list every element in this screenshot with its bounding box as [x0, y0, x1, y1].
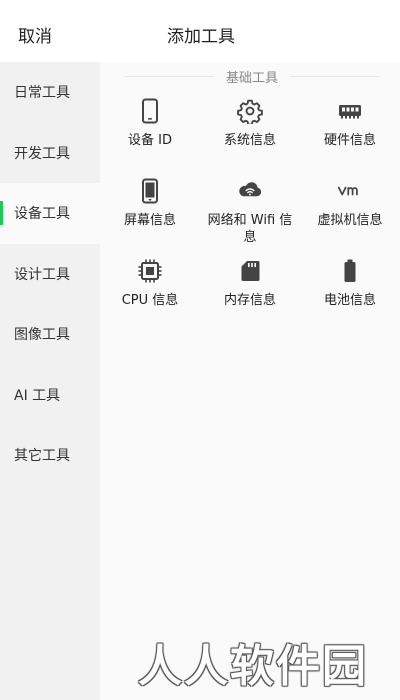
tool-grid: 设备 ID 系统信息 硬件信息 屏幕信息 网络和 Wifi 信息 虚拟机信息 C…	[100, 98, 400, 338]
sidebar: 日常工具 开发工具 设备工具 设计工具 图像工具 AI 工具 其它工具	[0, 62, 100, 700]
sd-card-icon	[237, 258, 263, 284]
phone-icon	[137, 98, 163, 124]
tool-network-info[interactable]: 网络和 Wifi 信息	[200, 178, 300, 258]
tool-screen-info[interactable]: 屏幕信息	[100, 178, 200, 258]
sidebar-item-ai[interactable]: AI 工具	[0, 365, 100, 426]
watermark-logo: 人人软件园	[138, 641, 368, 692]
section-divider-left	[124, 75, 214, 77]
sidebar-item-device[interactable]: 设备工具	[0, 183, 100, 244]
tool-label: CPU 信息	[121, 293, 179, 308]
page-title-text: 添加工具	[167, 27, 235, 47]
cpu-icon	[137, 258, 163, 284]
sidebar-item-other[interactable]: 其它工具	[0, 425, 100, 486]
tool-label: 屏幕信息	[123, 213, 176, 228]
battery-icon	[337, 258, 363, 284]
app-root: 取消 添加工具 日常工具 开发工具 设备工具 设计工具 图像工具 AI 工具 其…	[0, 0, 400, 700]
section-title: 基础工具	[226, 70, 279, 86]
tool-system-info[interactable]: 系统信息	[200, 98, 300, 178]
main-content: 基础工具 设备 ID 系统信息 硬件信息 屏幕信息 网络和 Wifi 信息 虚拟…	[100, 62, 400, 700]
section-header: 基础工具	[124, 68, 381, 86]
tool-cpu-info[interactable]: CPU 信息	[100, 258, 200, 338]
sidebar-item-dev[interactable]: 开发工具	[0, 123, 100, 184]
tool-storage-info[interactable]: 内存信息	[200, 258, 300, 338]
header: 取消 添加工具	[0, 0, 400, 62]
tool-label: 虚拟机信息	[317, 213, 383, 228]
sidebar-item-image[interactable]: 图像工具	[0, 304, 100, 365]
vm-icon	[337, 178, 363, 204]
sidebar-item-daily[interactable]: 日常工具	[0, 62, 100, 123]
tool-label: 电池信息	[323, 293, 376, 308]
cloud-wifi-icon	[237, 178, 263, 204]
tool-label: 硬件信息	[323, 133, 376, 148]
page-title: 添加工具	[0, 22, 400, 47]
tool-label: 网络和 Wifi 信息	[207, 213, 293, 245]
tool-device-id[interactable]: 设备 ID	[100, 98, 200, 178]
memory-icon	[337, 98, 363, 124]
sidebar-item-design[interactable]: 设计工具	[0, 244, 100, 305]
tool-label: 系统信息	[223, 133, 276, 148]
tool-label: 内存信息	[223, 293, 276, 308]
tool-label: 设备 ID	[128, 133, 172, 148]
section-divider-right	[290, 75, 381, 77]
tool-vm-info[interactable]: 虚拟机信息	[300, 178, 400, 258]
tool-hardware-info[interactable]: 硬件信息	[300, 98, 400, 178]
gear-icon	[237, 98, 263, 124]
screen-icon	[137, 178, 163, 204]
tool-battery-info[interactable]: 电池信息	[300, 258, 400, 338]
